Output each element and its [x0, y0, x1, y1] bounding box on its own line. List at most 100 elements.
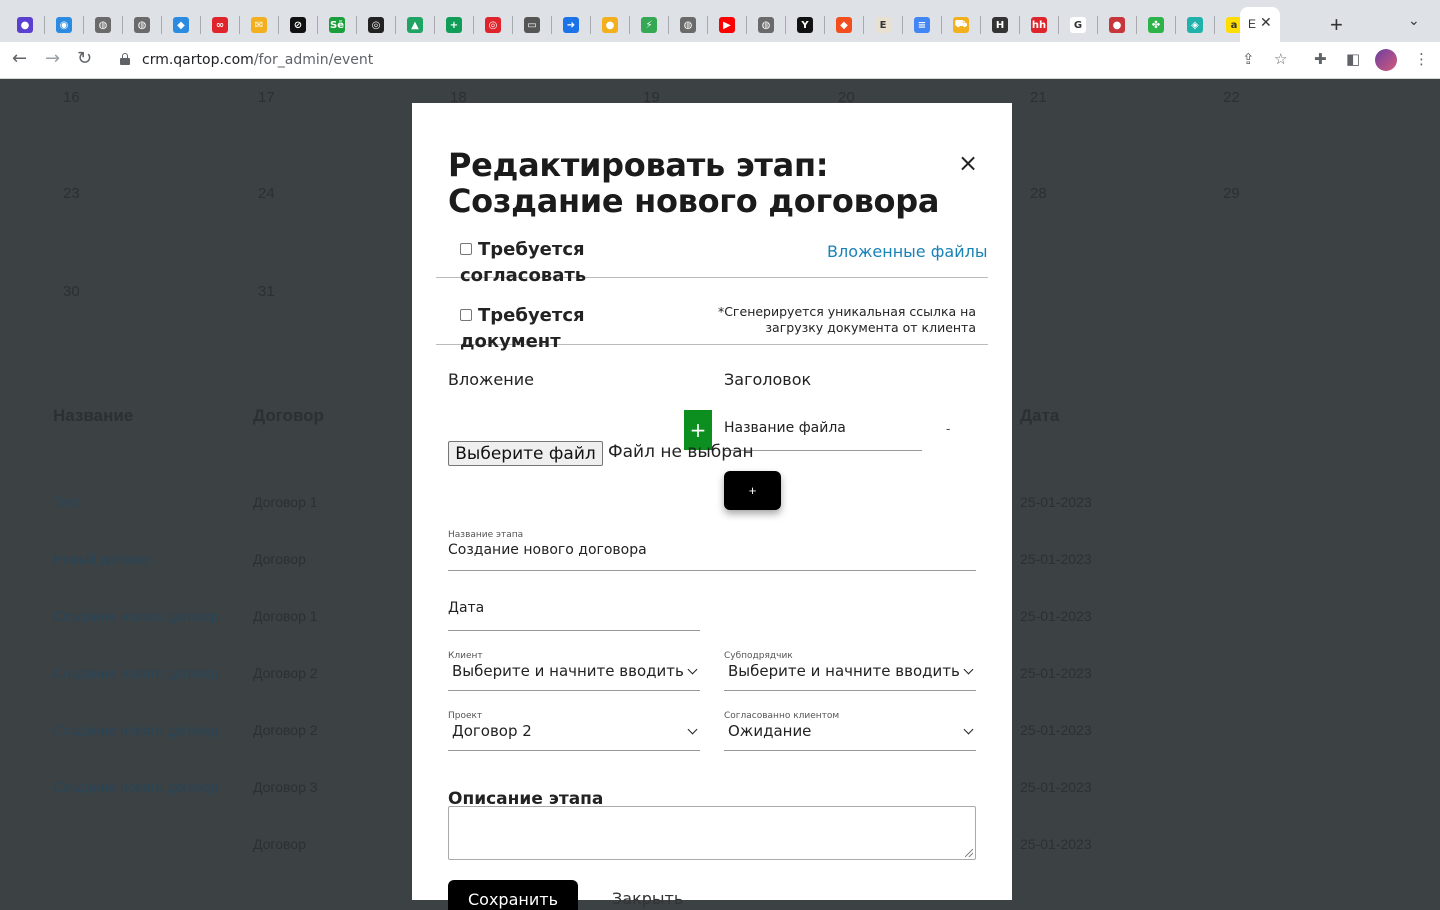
table-cell-name[interactable]: Создание нового договор — [53, 665, 218, 681]
active-tab[interactable]: E ✕ — [1240, 7, 1280, 42]
browser-tab[interactable]: ◍ — [127, 10, 157, 40]
share-icon[interactable]: ⇪ — [1242, 50, 1255, 68]
favicon-mail-icon: ✉ — [251, 17, 267, 33]
tab-separator — [785, 16, 786, 34]
favicon-red-infinity-icon: ∞ — [212, 17, 228, 33]
extensions-icon[interactable]: ✚ — [1314, 50, 1327, 68]
favicon-globe-purple-icon: ● — [17, 17, 33, 33]
browser-tab[interactable]: ⊘ — [283, 10, 313, 40]
table-cell-name[interactable]: Создание нового договор — [53, 722, 218, 738]
tab-separator — [824, 16, 825, 34]
browser-tab[interactable]: ≡ — [907, 10, 937, 40]
new-tab-icon[interactable]: + — [1330, 12, 1343, 38]
choose-file-button[interactable]: Выберите файл — [448, 441, 603, 466]
browser-tab[interactable]: ◆ — [829, 10, 859, 40]
tab-separator — [161, 16, 162, 34]
tab-separator — [707, 16, 708, 34]
browser-tab[interactable]: ◉ — [49, 10, 79, 40]
side-panel-icon[interactable]: ◧ — [1346, 50, 1360, 68]
table-cell-name[interactable]: Создание нового договор — [53, 608, 218, 624]
browser-tab[interactable]: ◍ — [88, 10, 118, 40]
favicon-globe-gray-icon: ◍ — [95, 17, 111, 33]
table-cell-date: 25-01-2023 — [1020, 551, 1092, 567]
favicon-target-icon: ◎ — [485, 17, 501, 33]
browser-tab[interactable]: ● — [10, 10, 40, 40]
attached-files-link[interactable]: Вложенные файлы — [827, 242, 987, 261]
browser-tab[interactable]: ∞ — [205, 10, 235, 40]
menu-kebab-icon[interactable]: ⋮ — [1414, 50, 1429, 68]
add-attachment-row-button[interactable]: + — [724, 471, 781, 510]
browser-tab[interactable]: G — [1063, 10, 1093, 40]
browser-tab[interactable]: Sē — [322, 10, 352, 40]
tab-search-icon[interactable]: ⌄ — [1408, 12, 1420, 29]
close-button[interactable]: Закрыть — [612, 889, 683, 908]
client-approval-select[interactable]: Согласованно клиентом Ожидание — [724, 711, 976, 751]
tab-separator — [902, 16, 903, 34]
profile-avatar[interactable] — [1375, 49, 1397, 71]
table-cell-name[interactable]: Создание нового договор — [53, 779, 218, 795]
close-tab-icon[interactable]: ✕ — [1260, 14, 1272, 31]
back-icon[interactable]: ← — [12, 48, 27, 69]
description-textarea[interactable] — [448, 806, 976, 860]
client-select[interactable]: Клиент Выберите и начните вводить — [448, 651, 700, 691]
browser-tab[interactable]: Y — [790, 10, 820, 40]
date-field[interactable]: Дата — [448, 593, 700, 631]
file-title-input[interactable]: Название файла — [724, 409, 922, 451]
favicon-hd-icon: H — [992, 17, 1008, 33]
browser-tab[interactable]: E — [868, 10, 898, 40]
browser-tab[interactable]: ⛟ — [946, 10, 976, 40]
browser-tab[interactable]: ◆ — [166, 10, 196, 40]
browser-tab[interactable]: ◈ — [1180, 10, 1210, 40]
table-cell-name[interactable]: Test — [53, 494, 79, 510]
table-cell-contract: Договор 1 — [253, 494, 318, 510]
browser-tab[interactable]: ◍ — [751, 10, 781, 40]
favicon-blue-circle-icon: ◉ — [56, 17, 72, 33]
table-cell-name[interactable]: Новый договор — [53, 551, 152, 567]
browser-tab[interactable]: + — [439, 10, 469, 40]
stage-name-field[interactable]: Название этапа Создание нового договора — [448, 530, 976, 571]
stage-name-label: Название этапа — [448, 530, 524, 540]
project-select[interactable]: Проект Договор 2 — [448, 711, 700, 751]
table-cell-contract: Договор — [253, 836, 306, 852]
tab-separator — [44, 16, 45, 34]
browser-tab[interactable]: H — [985, 10, 1015, 40]
browser-tab[interactable]: ● — [1102, 10, 1132, 40]
forward-icon[interactable]: → — [45, 48, 60, 69]
browser-tab[interactable]: ▲ — [400, 10, 430, 40]
browser-tab[interactable]: ▭ — [517, 10, 547, 40]
remove-file-button[interactable]: - — [946, 421, 950, 436]
subcontractor-select[interactable]: Субподрядчик Выберите и начните вводить — [724, 651, 976, 691]
reload-icon[interactable]: ↻ — [77, 48, 92, 69]
lock-icon[interactable] — [120, 53, 130, 65]
tab-separator — [629, 16, 630, 34]
favicon-hh-icon: hh — [1031, 17, 1047, 33]
resize-handle-icon[interactable] — [965, 849, 973, 857]
chevron-down-icon — [963, 664, 974, 675]
edit-stage-modal: Редактировать этап: Создание нового дого… — [412, 103, 1012, 910]
save-button[interactable]: Сохранить — [448, 880, 578, 910]
browser-tab[interactable]: ✉ — [244, 10, 274, 40]
favicon-green-se-icon: Sē — [329, 17, 345, 33]
tab-separator — [1058, 16, 1059, 34]
browser-tab[interactable]: ⚡ — [634, 10, 664, 40]
browser-tab[interactable]: ➜ — [556, 10, 586, 40]
client-label: Клиент — [448, 651, 483, 661]
browser-tab[interactable]: ✤ — [1141, 10, 1171, 40]
table-cell-contract: Договор 3 — [253, 779, 318, 795]
browser-tab[interactable]: ◎ — [361, 10, 391, 40]
table-cell-date: 25-01-2023 — [1020, 494, 1092, 510]
browser-tab[interactable]: ◍ — [673, 10, 703, 40]
table-header-contract: Договор — [253, 406, 324, 425]
tab-separator — [83, 16, 84, 34]
bookmark-star-icon[interactable]: ☆ — [1274, 50, 1287, 68]
browser-tab[interactable]: ▶ — [712, 10, 742, 40]
browser-tab[interactable]: ◎ — [478, 10, 508, 40]
browser-tab[interactable]: ● — [595, 10, 625, 40]
document-note: *Сгенерируется уникальная ссылка на загр… — [717, 304, 976, 335]
table-cell-contract: Договор 2 — [253, 722, 318, 738]
favicon-cart-icon: ⛟ — [953, 17, 969, 33]
calendar-day: 31 — [258, 283, 275, 300]
browser-tab[interactable]: hh — [1024, 10, 1054, 40]
address-bar[interactable]: crm.qartop.com/for_admin/event — [110, 46, 1300, 75]
close-icon[interactable]: × — [958, 149, 978, 177]
